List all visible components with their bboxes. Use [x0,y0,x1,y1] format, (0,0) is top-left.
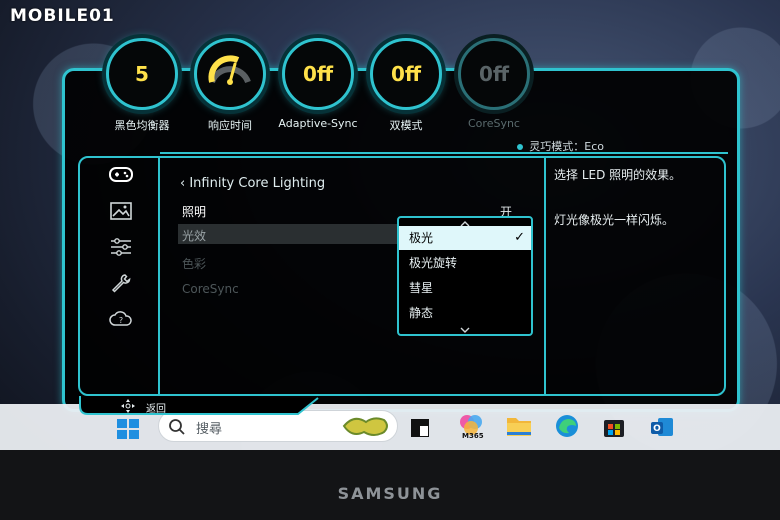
windows-start-icon[interactable] [116,418,140,440]
eco-mode-text: 灵巧模式：Eco [529,140,604,153]
eco-row: 灵巧模式：Eco [160,136,728,154]
picture-icon[interactable] [108,200,134,222]
dropdown-option-comet[interactable]: 彗星 [399,276,531,300]
menu-item-coresync: CoreSync [182,282,239,296]
dial-dual-mode[interactable]: 0ff [370,38,442,110]
breadcrumb-text: Infinity Core Lighting [189,176,326,191]
option-label: 极光 [409,231,434,245]
dial-black-equalizer[interactable]: 5 [106,38,178,110]
svg-text:O: O [653,424,661,434]
dpad-icon [120,398,136,414]
dial-label: CoreSync [468,117,520,130]
search-placeholder: 搜尋 [196,422,223,437]
brand-logo: SAMSUNG [337,484,443,503]
menu-row-highlight [178,224,400,244]
dropdown-option-static[interactable]: 静态 [399,301,531,325]
chevron-down-icon[interactable] [459,326,471,334]
wrench-icon[interactable] [108,272,134,294]
description-line-2: 灯光像极光一样闪烁。 [554,213,675,227]
store-icon[interactable] [602,415,626,439]
dial-coresync: 0ff [458,38,530,110]
description-panel: 选择 LED 照明的效果。 灯光像极光一样闪烁。 [544,156,726,396]
widget-icon[interactable] [340,412,394,440]
dial-value: 0ff [390,62,422,86]
checkmark-icon: ✓ [514,230,525,245]
dial-value: 0ff [302,62,334,86]
help-cloud-icon[interactable]: ? [108,308,134,330]
task-view-icon[interactable] [410,418,430,438]
description-line-1: 选择 LED 照明的效果。 [554,168,682,182]
effect-dropdown[interactable]: 极光 ✓ 极光旋转 彗星 静态 [397,216,533,336]
dropdown-option-aurora-rotate[interactable]: 极光旋转 [399,251,531,275]
watermark-logo: MOBILE01 [10,6,115,26]
outlook-icon[interactable]: O [650,415,674,439]
dial-value: 5 [135,62,149,86]
osd-footer [78,396,338,416]
chevron-left-icon: ‹ [180,176,190,191]
m365-label: M365 [462,432,484,440]
gamepad-icon[interactable] [108,164,134,186]
file-explorer-icon[interactable] [506,414,532,440]
search-icon [168,418,186,436]
svg-text:?: ? [119,316,123,325]
dial-value: 0ff [478,62,510,86]
breadcrumb[interactable]: ‹ Infinity Core Lighting [180,176,325,191]
menu-item-color: 色彩 [182,257,207,271]
dial-adaptive-sync[interactable]: 0ff [282,38,354,110]
dropdown-option-aurora[interactable]: 极光 ✓ [399,226,531,250]
edge-icon[interactable] [554,413,580,439]
eco-mode-indicator: 灵巧模式：Eco [517,138,604,154]
sliders-icon[interactable] [108,236,134,258]
back-button[interactable]: 返回 [146,400,166,415]
menu-item-lighting[interactable]: 照明 [182,203,206,220]
menu-item-effect[interactable]: 光效 [182,227,206,244]
status-dot [517,144,524,150]
gauge-icon [208,55,251,85]
dial-response-time[interactable] [194,38,266,110]
